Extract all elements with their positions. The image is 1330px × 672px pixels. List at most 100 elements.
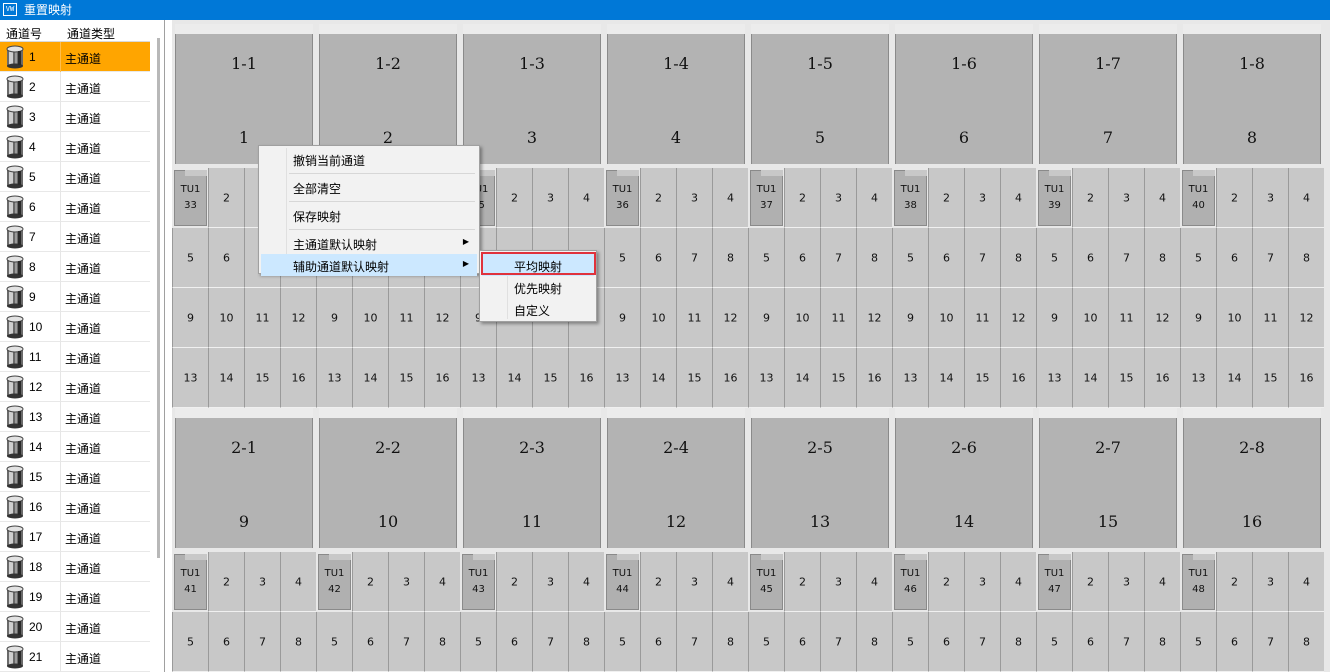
sub-channel-cell[interactable]: 9 [748,288,784,348]
sub-channel-cell[interactable]: 5 [892,228,928,288]
channel-row[interactable]: 2 主通道 [0,72,150,102]
sub-channel-cell[interactable]: 14 [1072,348,1108,408]
zone-cell[interactable]: 1-7 7 [1039,24,1177,164]
sub-channel-cell[interactable]: 2 [352,552,388,612]
sub-channel-cell[interactable]: 11 [820,288,856,348]
sub-channel-cell[interactable]: 16 [280,348,316,408]
sub-channel-cell[interactable]: 4 [1000,552,1036,612]
sub-channel-cell[interactable]: 8 [1288,612,1324,672]
column-header-channel-type[interactable]: 通道类型 [67,25,115,42]
sub-channel-cell[interactable]: 3 [676,552,712,612]
sub-channel-cell[interactable]: 16 [712,348,748,408]
sub-channel-cell[interactable]: 7 [676,612,712,672]
sub-channel-cell[interactable]: 6 [928,612,964,672]
sub-channel-cell[interactable]: 8 [856,228,892,288]
zone-cell[interactable]: 2-1 9 [175,408,313,548]
zone-cell[interactable]: 1-8 8 [1183,24,1321,164]
sub-channel-cell[interactable]: 4 [568,168,604,228]
sub-channel-cell[interactable]: 12 [712,288,748,348]
sub-channel-cell[interactable]: 5 [748,612,784,672]
channel-row[interactable]: 11 主通道 [0,342,150,372]
sub-channel-cell[interactable]: 2 [640,168,676,228]
sub-channel-cell[interactable]: 13 [1036,348,1072,408]
sub-channel-cell[interactable]: 10 [1072,288,1108,348]
sub-channel-cell[interactable]: 14 [208,348,244,408]
channel-row[interactable]: 5 主通道 [0,162,150,192]
tu-channel-cell[interactable]: TU1 41 [174,554,207,610]
sub-channel-cell[interactable]: 13 [604,348,640,408]
sub-channel-cell[interactable]: 13 [172,348,208,408]
sub-channel-cell[interactable]: 7 [676,228,712,288]
sub-channel-cell[interactable]: 13 [748,348,784,408]
channel-row[interactable]: 16 主通道 [0,492,150,522]
sub-channel-cell[interactable]: 5 [172,612,208,672]
sub-channel-cell[interactable]: 7 [1252,612,1288,672]
sub-channel-cell[interactable]: 14 [784,348,820,408]
sub-channel-cell[interactable]: 15 [388,348,424,408]
sub-channel-cell[interactable]: 7 [1252,228,1288,288]
sub-channel-cell[interactable]: 13 [1180,348,1216,408]
tu-channel-cell[interactable]: TU1 39 [1038,170,1071,226]
sub-channel-cell[interactable]: 5 [892,612,928,672]
sub-channel-cell[interactable]: 4 [1144,552,1180,612]
sub-channel-cell[interactable]: 11 [1108,288,1144,348]
sub-channel-cell[interactable]: 4 [568,552,604,612]
sub-channel-cell[interactable]: 8 [1144,612,1180,672]
sub-channel-cell[interactable]: 3 [820,552,856,612]
zone-cell[interactable]: 2-8 16 [1183,408,1321,548]
sub-channel-cell[interactable]: 5 [748,228,784,288]
sub-channel-cell[interactable]: 2 [496,168,532,228]
sub-channel-cell[interactable]: 6 [208,612,244,672]
sub-channel-cell[interactable]: 2 [928,168,964,228]
sub-channel-cell[interactable]: 6 [784,228,820,288]
sub-channel-cell[interactable]: 3 [244,552,280,612]
zone-cell[interactable]: 1-2 2 [319,24,457,164]
menu-item[interactable]: 辅助通道默认映射 ▶ [261,254,477,276]
channel-row[interactable]: 8 主通道 [0,252,150,282]
zone-cell[interactable]: 2-2 10 [319,408,457,548]
zone-cell[interactable]: 1-6 6 [895,24,1033,164]
menu-item[interactable]: 保存映射 [261,204,477,226]
tu-channel-cell[interactable]: TU1 40 [1182,170,1215,226]
sub-channel-cell[interactable]: 6 [1072,612,1108,672]
sub-channel-cell[interactable]: 11 [1252,288,1288,348]
zone-cell[interactable]: 1-3 3 [463,24,601,164]
sub-channel-cell[interactable]: 9 [316,288,352,348]
channel-row[interactable]: 9 主通道 [0,282,150,312]
scrollbar[interactable] [157,38,160,558]
sub-channel-cell[interactable]: 2 [1072,552,1108,612]
sub-channel-cell[interactable]: 15 [964,348,1000,408]
sub-channel-cell[interactable]: 16 [856,348,892,408]
submenu-item[interactable]: 优先映射 [482,276,594,298]
sub-channel-cell[interactable]: 9 [892,288,928,348]
sub-channel-cell[interactable]: 4 [1000,168,1036,228]
sub-channel-cell[interactable]: 2 [1072,168,1108,228]
channel-row[interactable]: 1 主通道 [0,42,150,72]
sub-channel-cell[interactable]: 8 [568,612,604,672]
sub-channel-cell[interactable]: 4 [856,552,892,612]
sub-channel-cell[interactable]: 4 [1288,168,1324,228]
sub-channel-cell[interactable]: 10 [352,288,388,348]
sub-channel-cell[interactable]: 4 [280,552,316,612]
sub-channel-cell[interactable]: 5 [316,612,352,672]
sub-channel-cell[interactable]: 14 [640,348,676,408]
sub-channel-cell[interactable]: 5 [1036,228,1072,288]
sub-channel-cell[interactable]: 15 [676,348,712,408]
sub-channel-cell[interactable]: 7 [244,612,280,672]
channel-row[interactable]: 12 主通道 [0,372,150,402]
sub-channel-cell[interactable]: 7 [1108,228,1144,288]
tu-channel-cell[interactable]: TU1 37 [750,170,783,226]
sub-channel-cell[interactable]: 16 [1288,348,1324,408]
sub-channel-cell[interactable]: 3 [1108,168,1144,228]
sub-channel-cell[interactable]: 5 [1180,228,1216,288]
sub-channel-cell[interactable]: 6 [784,612,820,672]
sub-channel-cell[interactable]: 6 [1216,228,1252,288]
sub-channel-cell[interactable]: 10 [640,288,676,348]
menu-item[interactable]: 主通道默认映射 ▶ [261,232,477,254]
zone-cell[interactable]: 1-5 5 [751,24,889,164]
sub-channel-cell[interactable]: 14 [1216,348,1252,408]
channel-row[interactable]: 17 主通道 [0,522,150,552]
sub-channel-cell[interactable]: 8 [712,612,748,672]
sub-channel-cell[interactable]: 8 [1288,228,1324,288]
sub-channel-cell[interactable]: 12 [424,288,460,348]
